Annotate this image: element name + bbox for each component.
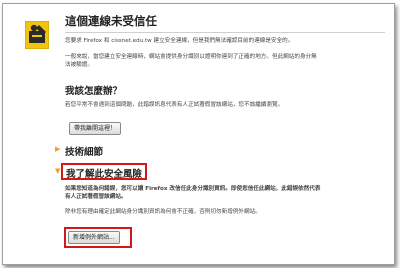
risk-text-2: 有人正試著假冒該網站。 — [65, 194, 127, 200]
title-divider — [65, 32, 385, 33]
intro-text-1: 您要求 Firefox 和 cissnet.edu.tw 建立安全連線，但是我們… — [65, 38, 294, 44]
intro-text-2: 一般來說，當您建立安全連線時，網站會提供身分識別以證明你連到了正確的地方。但此網… — [65, 54, 317, 60]
understand-risks-toggle[interactable]: 我了解此安全風險 — [66, 166, 142, 180]
add-exception-button[interactable]: 新增例外網站... — [68, 231, 120, 244]
expand-arrow-icon: ▶ — [55, 145, 61, 153]
what-to-do-heading: 我該怎麼辦？ — [65, 86, 123, 97]
risk-text-1: 如果您知道為何錯誤，您可以讓 Firefox 改信任此身分識別資訊。即使您信任此… — [65, 186, 321, 192]
collapse-arrow-icon: ▼ — [55, 167, 61, 175]
intro-text-3: 法被驗證。 — [65, 62, 93, 68]
risk-text-3: 除非您有理由確定此網站身分識別資訊為何會不正確，否則切勿新增例外網站。 — [65, 209, 261, 215]
what-to-do-text: 若您平常不會遇到這個問題，此錯誤訊息代表有人正試著假冒該網站，您不該繼續瀏覽。 — [65, 102, 284, 108]
get-me-out-button[interactable]: 帶我離開這裡！ — [69, 122, 122, 135]
error-page: 這個連線未受信任 您要求 Firefox 和 cissnet.edu.tw 建立… — [2, 3, 395, 265]
technical-details-toggle[interactable]: 技術細節 — [65, 144, 103, 158]
page-title: 這個連線未受信任 — [65, 14, 157, 28]
warning-badge-icon — [25, 21, 49, 49]
